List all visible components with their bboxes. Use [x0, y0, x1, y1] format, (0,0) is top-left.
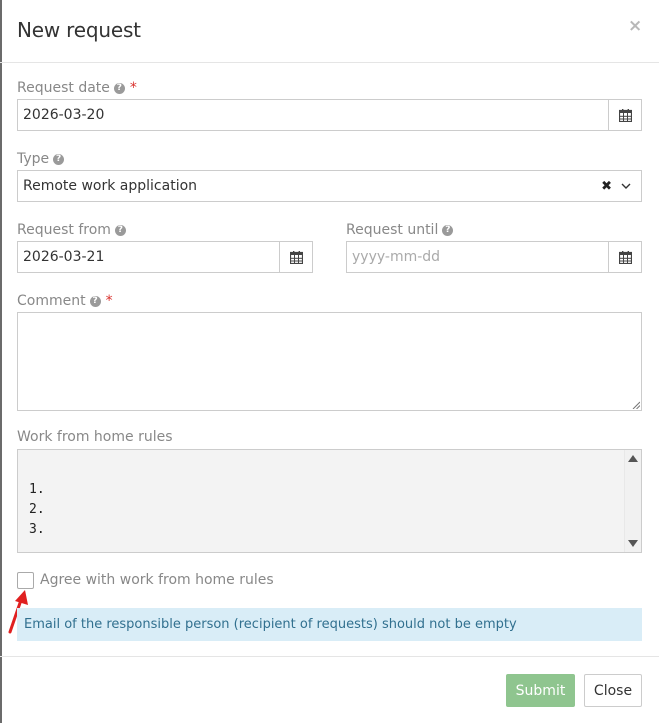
calendar-icon	[618, 250, 632, 264]
new-request-modal: New request × Request date ? * 2026-03-2…	[0, 0, 659, 723]
info-alert-text: Email of the responsible person (recipie…	[24, 617, 517, 632]
request-date-value: 2026-03-20	[23, 107, 105, 123]
comment-label-text: Comment	[17, 293, 86, 309]
request-until-calendar-button[interactable]	[608, 241, 642, 273]
agree-checkbox-label[interactable]: Agree with work from home rules	[40, 572, 274, 588]
request-until-label: Request until ?	[346, 222, 454, 238]
rules-line: 1.	[29, 482, 45, 497]
close-icon[interactable]: ×	[628, 16, 642, 36]
request-date-input[interactable]: 2026-03-20	[17, 99, 642, 131]
calendar-icon	[289, 250, 303, 264]
rules-label: Work from home rules	[17, 429, 173, 445]
request-date-label: Request date ? *	[17, 80, 137, 96]
required-mark: *	[105, 293, 113, 309]
header-divider	[0, 62, 659, 63]
help-icon[interactable]: ?	[114, 224, 126, 236]
help-icon[interactable]: ?	[53, 153, 65, 165]
request-from-value: 2026-03-21	[23, 249, 105, 265]
rules-textarea[interactable]: 1. 2. 3.	[17, 449, 642, 553]
help-icon[interactable]: ?	[113, 82, 125, 94]
request-date-label-text: Request date	[17, 80, 110, 96]
window-edge	[0, 0, 2, 723]
resize-grip-icon[interactable]	[632, 401, 640, 409]
request-from-label-text: Request from	[17, 222, 111, 238]
help-icon[interactable]: ?	[442, 224, 454, 236]
scroll-up-icon[interactable]	[628, 455, 638, 462]
request-date-calendar-button[interactable]	[608, 99, 642, 131]
rules-scrollbar[interactable]	[624, 450, 641, 552]
scroll-down-icon[interactable]	[628, 540, 638, 547]
help-icon[interactable]: ?	[89, 295, 101, 307]
rules-content: 1. 2. 3.	[29, 480, 45, 540]
chevron-down-icon[interactable]	[621, 183, 631, 190]
info-alert: Email of the responsible person (recipie…	[17, 608, 642, 641]
rules-label-text: Work from home rules	[17, 429, 173, 445]
type-select-controls: ✖	[601, 171, 631, 201]
agree-checkbox[interactable]	[17, 572, 34, 589]
required-mark: *	[129, 80, 137, 96]
type-label-text: Type	[17, 151, 50, 167]
request-until-placeholder: yyyy-mm-dd	[352, 249, 441, 265]
type-select[interactable]: Remote work application ✖	[17, 170, 642, 202]
calendar-icon	[618, 108, 632, 122]
close-button[interactable]: Close	[584, 674, 642, 707]
rules-line: 3.	[29, 522, 45, 537]
comment-textarea[interactable]	[17, 312, 642, 411]
type-label: Type ?	[17, 151, 65, 167]
request-from-label: Request from ?	[17, 222, 126, 238]
footer-divider	[0, 656, 659, 657]
type-value: Remote work application	[23, 178, 198, 194]
comment-label: Comment ? *	[17, 293, 113, 309]
request-until-input[interactable]: yyyy-mm-dd	[346, 241, 642, 273]
clear-x-icon[interactable]: ✖	[601, 179, 612, 194]
modal-title: New request	[17, 18, 141, 42]
request-from-calendar-button[interactable]	[279, 241, 313, 273]
submit-button[interactable]: Submit	[506, 674, 575, 707]
request-from-input[interactable]: 2026-03-21	[17, 241, 313, 273]
rules-line: 2.	[29, 502, 45, 517]
request-until-label-text: Request until	[346, 222, 439, 238]
